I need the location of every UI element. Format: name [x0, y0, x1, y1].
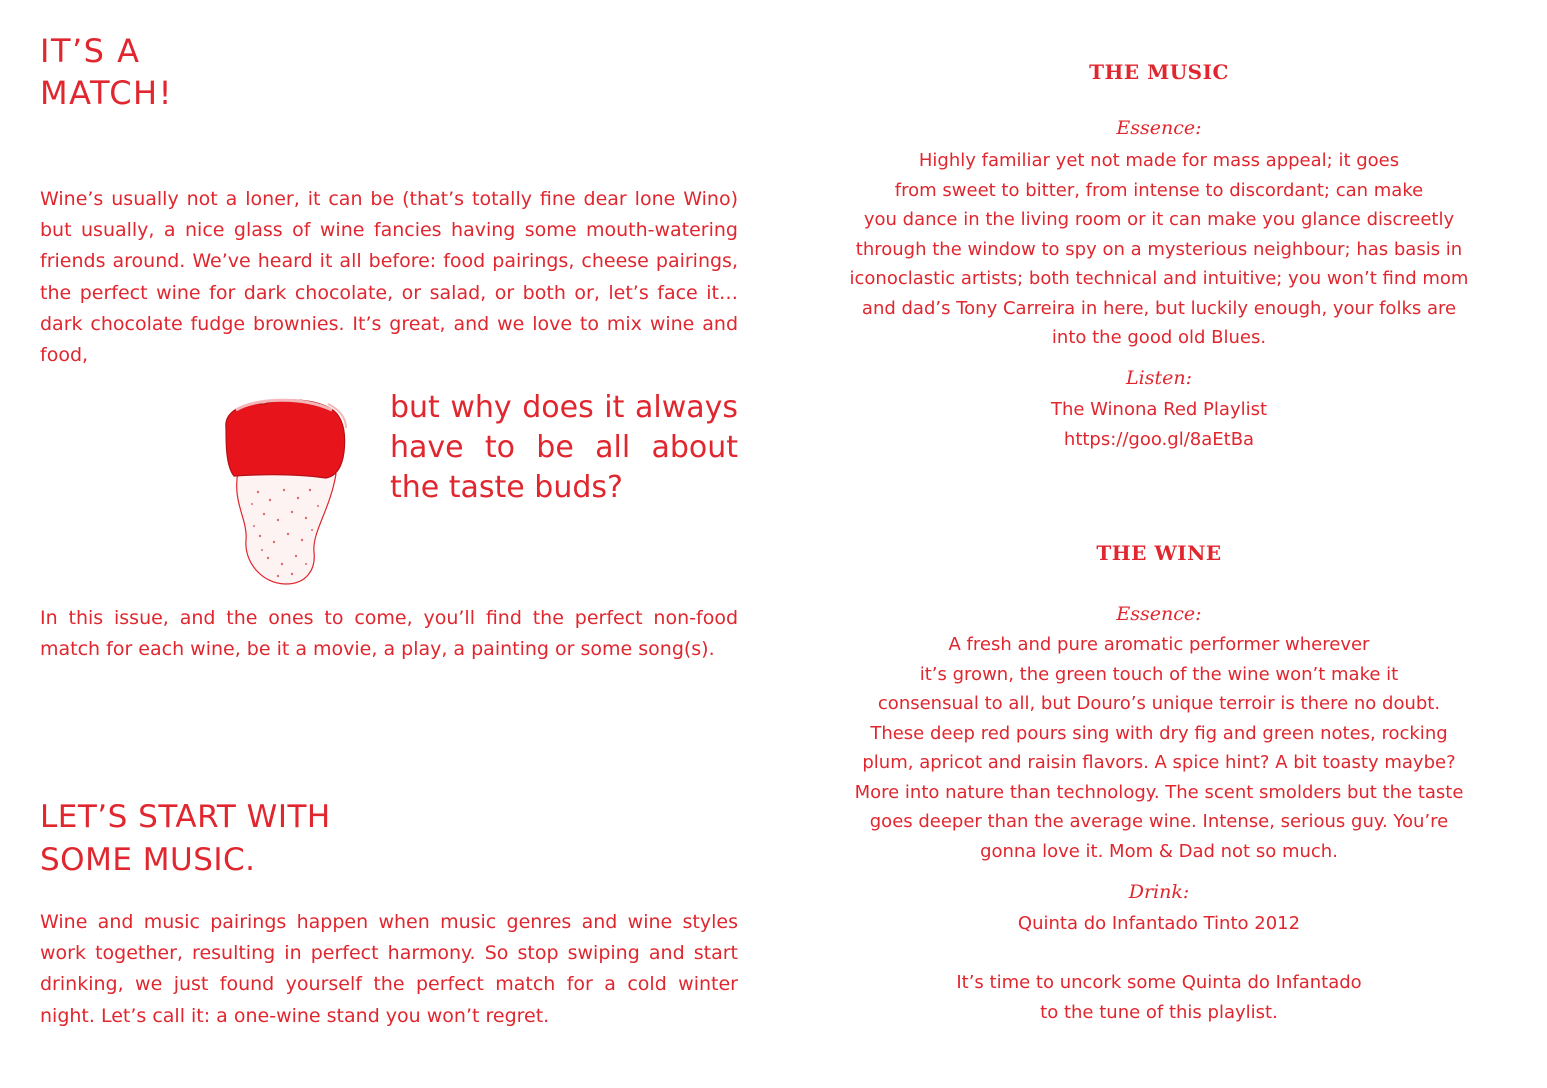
text-line: to the tune of this playlist.: [1040, 1001, 1278, 1023]
text-line: iconoclastic artists; both technical and…: [849, 268, 1469, 289]
pairing-paragraph: Wine and music pairings happen when musi…: [40, 911, 738, 1027]
music-heading: THE MUSIC: [1089, 60, 1229, 84]
text-line: A fresh and pure aromatic performer wher…: [948, 634, 1370, 655]
text-line: These deep red pours sing with dry fig a…: [870, 722, 1448, 744]
section-title-line: LET’S START WITH: [40, 799, 331, 835]
pull-quote: but why does it always have to be all ab…: [390, 390, 738, 505]
text-line: through the window to spy on a mysteriou…: [855, 238, 1463, 260]
playlist-link[interactable]: https://goo.gl/8aEtBa: [810, 425, 1508, 455]
closing-text: It’s time to uncork some Quinta do Infan…: [810, 968, 1508, 1027]
issue-paragraph: In this issue, and the ones to come, you…: [40, 607, 738, 661]
wine-drink-label: Drink:: [1128, 881, 1190, 903]
music-essence-text: Highly familiar yet not made for mass ap…: [810, 146, 1508, 353]
text-line: it’s grown, the green touch of the wine …: [919, 663, 1399, 685]
music-listen-block: The Winona Red Playlist https://goo.gl/8…: [810, 395, 1508, 454]
wine-heading: THE WINE: [1096, 541, 1222, 565]
text-line: Highly familiar yet not made for mass ap…: [918, 150, 1400, 171]
music-listen-label: Listen:: [1126, 367, 1192, 389]
section-title: LET’S START WITH SOME MUSIC.: [40, 796, 331, 882]
text-line: and dad’s Tony Carreira in here, but luc…: [861, 297, 1457, 319]
tongue-icon: [218, 392, 348, 588]
text-line: consensual to all, but Douro’s unique te…: [877, 693, 1441, 714]
text-line: from sweet to bitter, from intense to di…: [894, 179, 1424, 201]
wine-name: Quinta do Infantado Tinto 2012: [1017, 913, 1301, 934]
wine-essence-text: A fresh and pure aromatic performer wher…: [810, 630, 1508, 866]
text-line: you dance in the living room or it can m…: [863, 209, 1455, 230]
wine-essence-label: Essence:: [1116, 603, 1202, 625]
text-line: goes deeper than the average wine. Inten…: [869, 811, 1449, 832]
text-line: into the good old Blues.: [1051, 327, 1267, 348]
page-title: IT’S A MATCH!: [40, 30, 173, 114]
intro-paragraph: Wine’s usually not a loner, it can be (t…: [40, 188, 738, 367]
music-essence-label: Essence:: [1116, 117, 1202, 139]
title-line: IT’S A: [40, 32, 141, 70]
title-line: MATCH!: [40, 74, 173, 112]
text-line: More into nature than technology. The sc…: [854, 781, 1464, 803]
playlist-name: The Winona Red Playlist: [1050, 399, 1268, 420]
text-line: plum, apricot and raisin flavors. A spic…: [862, 752, 1456, 773]
text-line: gonna love it. Mom & Dad not so much.: [980, 840, 1338, 862]
text-line: It’s time to uncork some Quinta do Infan…: [956, 972, 1362, 993]
section-title-line: SOME MUSIC.: [40, 842, 256, 878]
